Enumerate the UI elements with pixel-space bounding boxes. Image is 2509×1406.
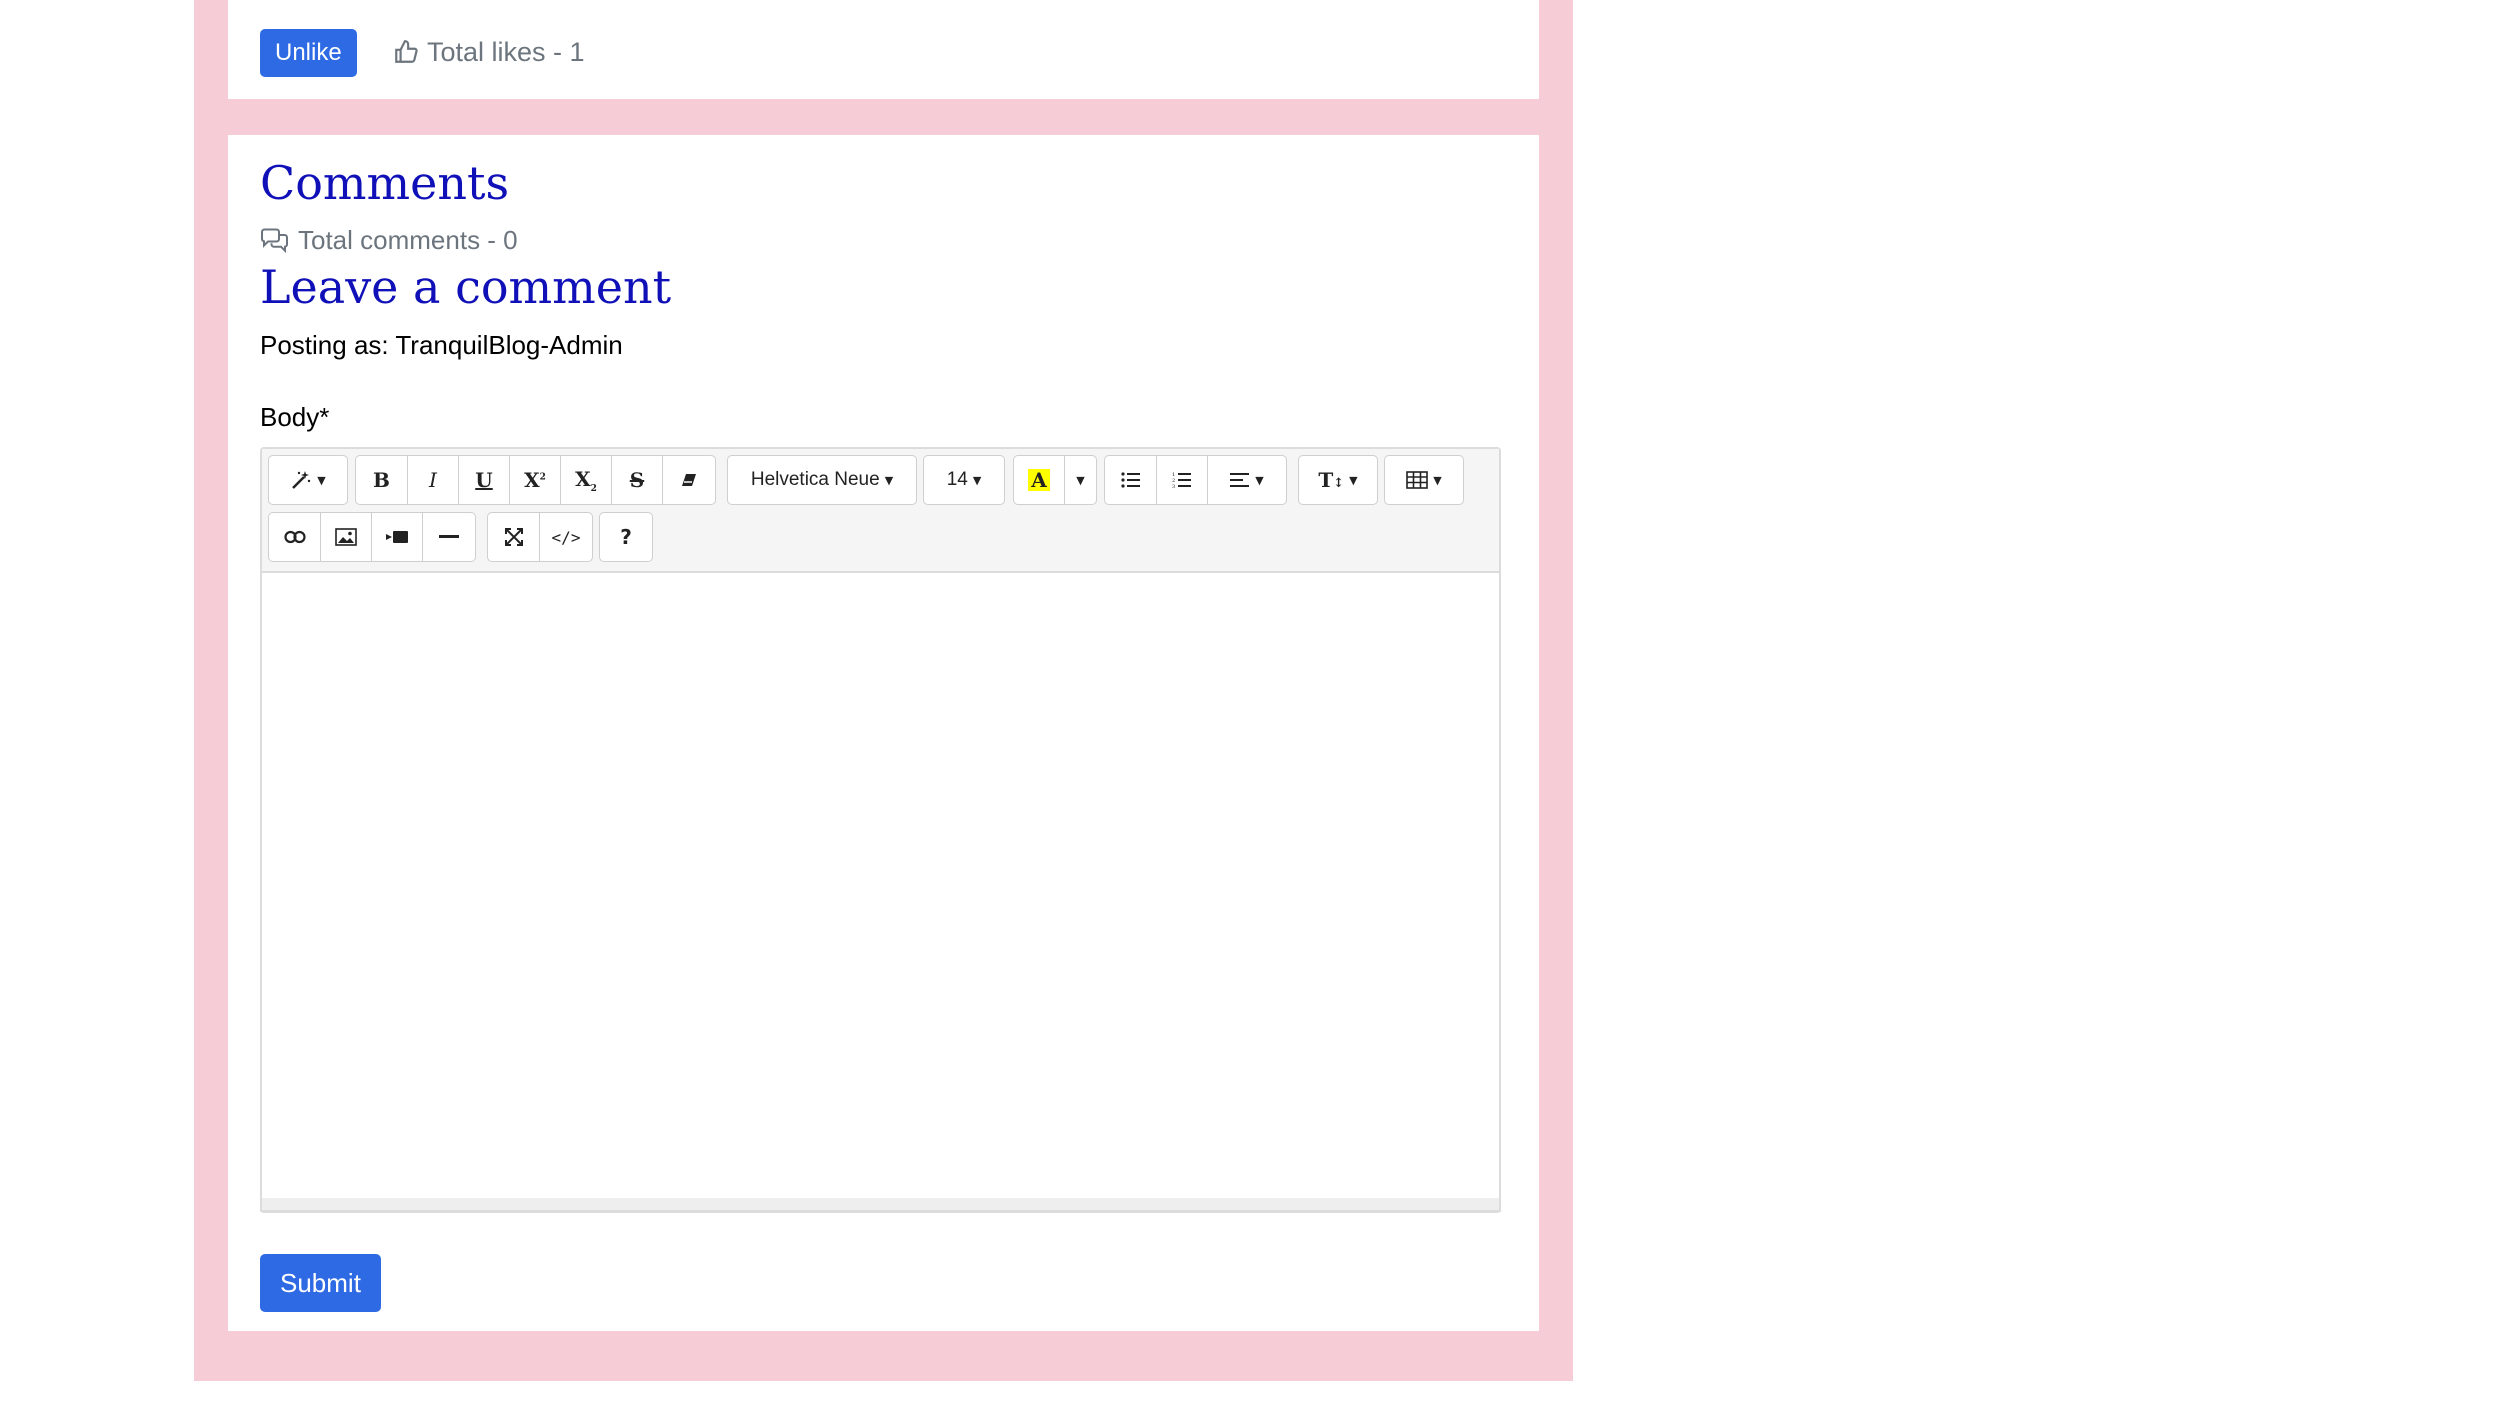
body-label: Body* — [260, 402, 330, 432]
chevron-down-icon: ▼ — [884, 473, 894, 487]
font-family-dropdown[interactable]: Helvetica Neue ▼ — [728, 456, 916, 504]
align-icon — [1230, 473, 1250, 487]
code-view-icon: </> — [551, 527, 581, 547]
fullscreen-button[interactable] — [488, 513, 540, 561]
help-icon: ? — [620, 525, 632, 549]
bold-icon: B — [373, 468, 390, 492]
help-button[interactable]: ? — [600, 513, 652, 561]
video-icon — [386, 531, 408, 543]
horizontal-rule-button[interactable] — [423, 513, 475, 561]
horizontal-rule-icon — [439, 535, 459, 538]
height-group: T↕ ▼ — [1298, 455, 1378, 505]
clear-format-button[interactable] — [663, 456, 715, 504]
magic-wand-icon — [292, 471, 311, 489]
svg-text:3: 3 — [1172, 484, 1175, 489]
line-height-icon: T↕ — [1318, 468, 1345, 492]
ordered-list-button[interactable]: 123 — [1157, 456, 1208, 504]
underline-button[interactable]: U — [459, 456, 510, 504]
underline-icon: U — [475, 468, 493, 492]
style-button[interactable]: ▼ — [269, 456, 347, 504]
code-view-button[interactable]: </> — [540, 513, 592, 561]
comments-card: Comments Total comments - 0 Leave a comm… — [228, 135, 1539, 1331]
chevron-down-icon: ▼ — [1255, 473, 1264, 487]
submit-button[interactable]: Submit — [260, 1254, 381, 1312]
chevron-down-icon: ▼ — [1349, 473, 1358, 487]
highlight-button[interactable]: A — [1014, 456, 1065, 504]
unlike-button[interactable]: Unlike — [260, 29, 357, 77]
unordered-list-button[interactable] — [1105, 456, 1157, 504]
ordered-list-icon: 123 — [1172, 472, 1191, 489]
link-button[interactable] — [269, 513, 321, 561]
line-height-dropdown[interactable]: T↕ ▼ — [1299, 456, 1377, 504]
image-button[interactable] — [321, 513, 372, 561]
table-icon — [1406, 471, 1429, 489]
paragraph-group: 123 ▼ — [1104, 455, 1287, 505]
align-dropdown[interactable]: ▼ — [1208, 456, 1286, 504]
color-group: A ▼ — [1013, 455, 1097, 505]
style-group: ▼ — [268, 455, 348, 505]
likes-text: Total likes - 1 — [427, 37, 585, 67]
table-dropdown[interactable]: ▼ — [1385, 456, 1463, 504]
color-dropdown-button[interactable]: ▼ — [1065, 456, 1096, 504]
posting-as: Posting as: TranquilBlog-Admin — [260, 330, 623, 360]
editor-resize-bar[interactable] — [260, 1198, 1501, 1212]
font-size-group: 14 ▼ — [923, 455, 1005, 505]
font-size-dropdown[interactable]: 14 ▼ — [924, 456, 1004, 504]
bold-button[interactable]: B — [356, 456, 408, 504]
leave-comment-heading: Leave a comment — [260, 260, 672, 314]
eraser-icon — [682, 474, 696, 486]
comments-count: Total comments - 0 — [260, 220, 518, 260]
chevron-down-icon: ▼ — [1076, 473, 1085, 487]
editor-toolbar: ▼ B I U X2 X2 S Helvetica Neue ▼ 14 ▼ A … — [262, 449, 1499, 573]
highlight-icon: A — [1028, 469, 1050, 491]
thumbs-up-icon — [395, 40, 418, 63]
link-icon — [283, 530, 306, 544]
font-size-value: 14 — [946, 469, 968, 490]
editor-content-area[interactable] — [262, 573, 1499, 1209]
strikethrough-icon: S — [629, 468, 645, 492]
image-icon — [335, 528, 357, 546]
strikethrough-button[interactable]: S — [612, 456, 663, 504]
subscript-icon: X2 — [575, 466, 597, 494]
chevron-down-icon: ▼ — [1433, 473, 1442, 487]
comments-count-text: Total comments - 0 — [298, 225, 518, 255]
font-style-group: B I U X2 X2 S — [355, 455, 716, 505]
superscript-icon: X2 — [524, 468, 546, 492]
subscript-button[interactable]: X2 — [561, 456, 612, 504]
italic-button[interactable]: I — [408, 456, 459, 504]
likes-count: Total likes - 1 — [393, 30, 585, 74]
table-group: ▼ — [1384, 455, 1464, 505]
help-group: ? — [599, 512, 653, 562]
insert-group — [268, 512, 476, 562]
chevron-down-icon: ▼ — [972, 473, 982, 487]
rich-text-editor: ▼ B I U X2 X2 S Helvetica Neue ▼ 14 ▼ A … — [260, 447, 1501, 1213]
fullscreen-icon — [504, 528, 523, 546]
video-button[interactable] — [372, 513, 423, 561]
view-group: </> — [487, 512, 593, 562]
post-actions-card: Unlike Total likes - 1 — [228, 0, 1539, 99]
unordered-list-icon — [1120, 472, 1140, 488]
italic-icon: I — [429, 468, 437, 492]
font-family-value: Helvetica Neue — [750, 469, 880, 490]
superscript-button[interactable]: X2 — [510, 456, 561, 504]
pink-container: Unlike Total likes - 1 Comments Total co… — [194, 0, 1573, 1381]
comments-icon — [261, 228, 288, 253]
font-family-group: Helvetica Neue ▼ — [727, 455, 917, 505]
chevron-down-icon: ▼ — [317, 473, 326, 487]
comments-heading: Comments — [260, 156, 510, 210]
